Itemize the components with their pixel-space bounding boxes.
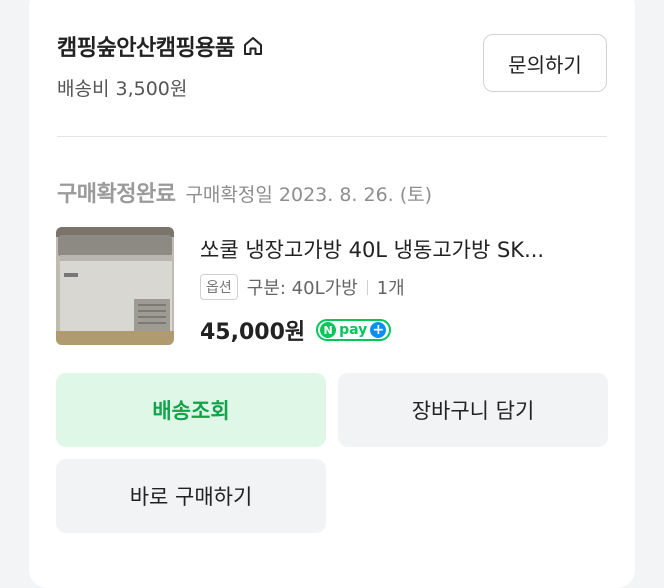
order-status-row: 구매확정완료 구매확정일 2023. 8. 26. (토) xyxy=(57,176,432,208)
divider xyxy=(57,136,607,137)
npay-text: pay xyxy=(339,322,368,338)
order-card: 캠핑숲안산캠핑용품 배송비 3,500원 문의하기 구매확정완료 구매확정일 2… xyxy=(29,0,635,588)
inquiry-button[interactable]: 문의하기 xyxy=(483,34,607,92)
product-price: 45,000원 xyxy=(200,320,306,345)
track-delivery-button[interactable]: 배송조회 xyxy=(56,373,326,447)
confirm-date: 구매확정일 2023. 8. 26. (토) xyxy=(185,184,433,206)
store-name[interactable]: 캠핑숲안산캠핑용품 xyxy=(57,30,235,62)
separator xyxy=(366,279,368,295)
option-badge: 옵션 xyxy=(200,274,238,300)
shipping-fee: 배송비 3,500원 xyxy=(57,78,188,100)
price-row: 45,000원 N pay + xyxy=(200,314,392,346)
product-title[interactable]: 쏘쿨 냉장고가방 40L 냉동고가방 SK... xyxy=(200,234,610,264)
home-icon[interactable] xyxy=(242,35,264,57)
product-thumbnail[interactable] xyxy=(56,227,174,345)
store-header: 캠핑숲안산캠핑용품 xyxy=(57,30,264,62)
plus-icon: + xyxy=(370,322,387,338)
npay-n-icon: N xyxy=(320,322,337,338)
npay-plus-badge: N pay + xyxy=(316,319,392,341)
order-status: 구매확정완료 xyxy=(57,182,176,207)
option-row: 옵션 구분: 40L가방 1개 xyxy=(200,274,405,300)
buy-again-button[interactable]: 바로 구매하기 xyxy=(56,459,326,533)
option-text: 구분: 40L가방 xyxy=(246,278,358,299)
quantity: 1개 xyxy=(376,278,405,299)
add-to-cart-button[interactable]: 장바구니 담기 xyxy=(338,373,608,447)
